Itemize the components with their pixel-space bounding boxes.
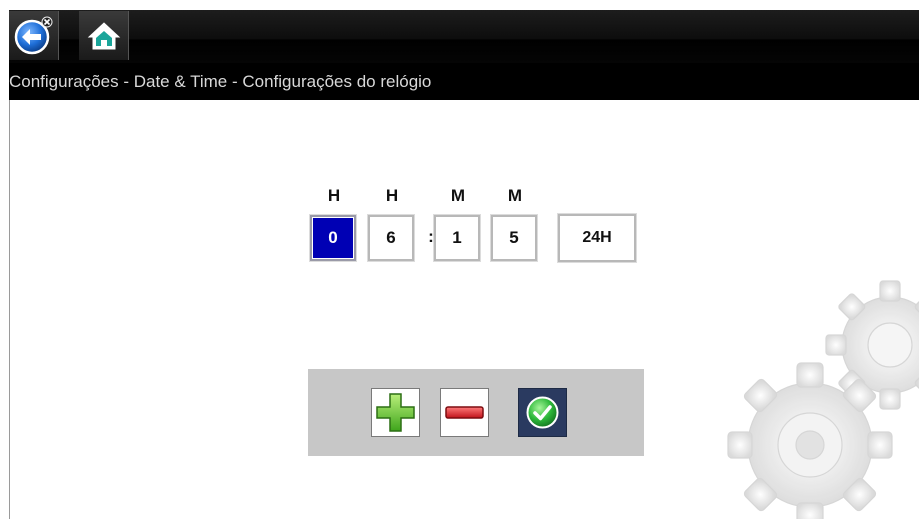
plus-icon (376, 393, 415, 432)
back-button[interactable] (9, 11, 59, 60)
minute-tens-digit[interactable]: 1 (434, 215, 480, 261)
increment-button[interactable] (371, 388, 420, 437)
minute-ones-digit[interactable]: 5 (491, 215, 537, 261)
hour-format-button[interactable]: 24H (558, 214, 636, 262)
decrement-button[interactable] (440, 388, 489, 437)
clock-settings-panel: H H M M 0 6 : 1 5 24H (9, 100, 919, 519)
minute-ones-label: M (507, 186, 523, 205)
action-panel (308, 369, 644, 456)
gear-watermark-icon (727, 280, 919, 519)
hour-ones-label: H (385, 186, 399, 205)
minus-icon (445, 406, 484, 419)
hour-tens-digit[interactable]: 0 (310, 215, 356, 261)
breadcrumb: Configurações - Date & Time - Configuraç… (9, 63, 919, 100)
checkmark-icon (526, 396, 559, 429)
minute-tens-label: M (450, 186, 466, 205)
hour-tens-label: H (327, 186, 341, 205)
confirm-button[interactable] (518, 388, 567, 437)
home-icon (87, 22, 121, 50)
hour-ones-digit[interactable]: 6 (368, 215, 414, 261)
home-button[interactable] (79, 11, 129, 60)
back-arrow-icon (14, 16, 53, 55)
top-toolbar (9, 10, 919, 63)
